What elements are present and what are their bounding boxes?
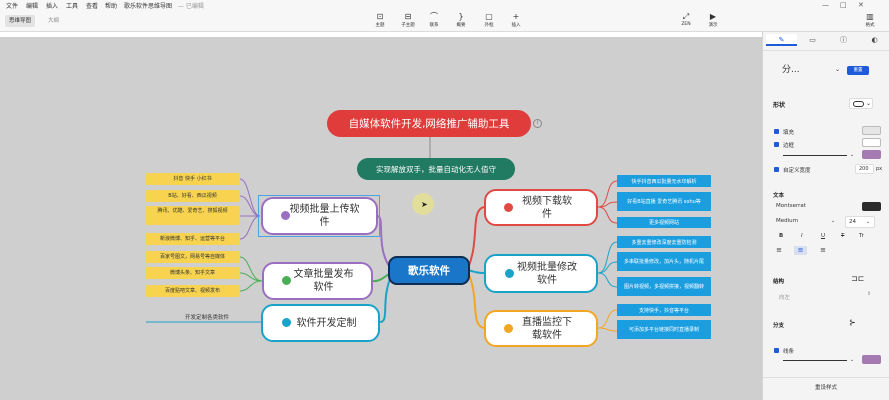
note-item[interactable]: 更多视频网站 xyxy=(617,217,711,228)
align-right-icon[interactable]: ≡ xyxy=(818,246,828,255)
branch-custom-dev[interactable]: 软件开发定制 xyxy=(261,304,380,342)
fill-checkbox[interactable] xyxy=(774,129,779,134)
branch-section-title: 分支 xyxy=(773,323,785,329)
note-item[interactable]: B站、好看、西瓜视频 xyxy=(146,190,239,202)
branch-video-download[interactable]: 视频下载软件 xyxy=(484,189,598,226)
main-topic[interactable]: 自媒体软件开发,网络推广辅助工具 xyxy=(327,110,531,137)
line-color-swatch[interactable] xyxy=(862,355,881,364)
style-tab-icon[interactable]: ✎ xyxy=(766,34,797,46)
align-center-icon[interactable]: ≡ xyxy=(794,246,807,255)
width-input[interactable]: 200 xyxy=(855,164,874,174)
text-color-swatch[interactable] xyxy=(862,202,881,211)
branch-dot xyxy=(504,203,513,212)
note-item[interactable]: 抖音 快手 小红书 xyxy=(146,173,239,185)
structure-section-title: 结构 xyxy=(773,279,785,285)
weight-select[interactable]: Medium ⌄ xyxy=(773,216,839,228)
font-select[interactable]: Montserrat xyxy=(773,201,857,213)
text-case-button[interactable]: Tr xyxy=(859,233,864,239)
branch-dot xyxy=(282,318,291,327)
chevron-down-icon: ⌄ xyxy=(866,219,871,225)
branch-video-upload[interactable]: 视频批量上传软件 xyxy=(261,197,378,235)
central-topic[interactable]: 歌乐软件 xyxy=(388,256,470,285)
note-item[interactable]: 百家号图文，网易号等自媒体 xyxy=(146,251,239,263)
chevron-down-icon: ⌄ xyxy=(866,100,872,107)
branch-style-icon[interactable]: ⊱ xyxy=(849,318,856,327)
note-item[interactable]: 百度贴吧文章、视频发布 xyxy=(146,285,239,297)
underline-button[interactable]: U xyxy=(821,233,825,239)
border-line-preview xyxy=(783,155,847,156)
note-item[interactable]: 快手抖音西瓜批量无水印解析 xyxy=(617,175,711,187)
shape-select[interactable]: ⌄ xyxy=(849,98,873,109)
info-icon[interactable]: i xyxy=(533,119,542,128)
reset-button[interactable]: 重置 xyxy=(847,66,869,75)
bold-button[interactable]: B xyxy=(779,233,783,239)
reset-style-button[interactable]: 重设样式 xyxy=(815,383,837,391)
note-item[interactable]: 可添加多平台链接同时直播录制 xyxy=(617,320,711,339)
chevron-up-down-icon: ⇕ xyxy=(867,291,872,297)
chevron-down-icon: ⌄ xyxy=(850,152,855,158)
shape-section-title: 形状 xyxy=(773,102,786,109)
chevron-down-icon: ⌄ xyxy=(850,357,855,363)
map-tab-icon[interactable]: ▭ xyxy=(797,34,828,46)
format-panel-button[interactable]: ▥ 格式 xyxy=(858,11,882,28)
line-checkbox[interactable] xyxy=(774,348,779,353)
note-item[interactable]: 新浪微博、知乎、运营等平台 xyxy=(146,233,239,245)
theme-tab-icon[interactable]: ◐ xyxy=(859,34,889,46)
maximize-icon[interactable]: □ xyxy=(840,1,847,9)
align-left-icon[interactable]: ≡ xyxy=(774,246,784,255)
note-item[interactable]: 支持快手，抖音等平台 xyxy=(617,304,711,316)
border-color-swatch[interactable] xyxy=(862,150,881,159)
fill-swatch[interactable] xyxy=(862,126,881,135)
italic-button[interactable]: I xyxy=(801,233,803,239)
note-item[interactable]: 微博头条、知乎文章 xyxy=(146,267,239,279)
chevron-down-icon: ⌄ xyxy=(835,66,841,73)
size-select[interactable]: 24 ⌄ xyxy=(845,216,875,228)
note-item[interactable]: 图片转视频，多视频拼接，视频翻转 xyxy=(617,277,711,296)
note-custom[interactable]: 开发定制各类软件 xyxy=(185,313,229,321)
rounded-shape-icon xyxy=(853,101,864,107)
structure-icon[interactable]: ⊐⊏ xyxy=(851,274,864,283)
border-style-select[interactable] xyxy=(862,138,881,147)
branch-dot xyxy=(504,324,513,333)
branch-video-modify[interactable]: 视频批量修改软件 xyxy=(484,254,598,293)
note-item[interactable]: 腾讯、优酷、爱奇艺、搜狐视频 xyxy=(146,206,239,225)
close-icon[interactable]: ✕ xyxy=(858,1,864,9)
branch-live-download[interactable]: 直播监控下载软件 xyxy=(484,310,598,347)
branch-article-publish[interactable]: 文章批量发布软件 xyxy=(262,262,373,300)
sub-topic[interactable]: 实现解放双手，批量自动化无人值守 xyxy=(357,158,515,180)
branch-dot xyxy=(505,269,514,278)
custom-width-checkbox[interactable] xyxy=(774,167,779,172)
info-tab-icon[interactable]: ⓘ xyxy=(828,34,859,46)
branch-dot xyxy=(282,276,291,285)
note-item[interactable]: 多重去重修改深度去重防检测 xyxy=(617,236,711,248)
layout-select[interactable]: 向左 xyxy=(779,293,790,301)
minimize-icon[interactable]: — xyxy=(822,1,829,9)
panel-icon: ▥ xyxy=(866,12,874,21)
branch-dot xyxy=(281,211,290,220)
note-item[interactable]: 多串联批量修改，加片头，随机片尾 xyxy=(617,252,711,271)
chevron-down-icon: ⌄ xyxy=(831,218,836,224)
note-item[interactable]: 好看B站直播 爱奇艺腾讯 sohu等 xyxy=(617,192,711,211)
cursor-icon: ➤ xyxy=(421,200,428,209)
line-preview xyxy=(783,360,847,361)
strikethrough-button[interactable]: T xyxy=(841,233,844,239)
format-panel: ✎ ▭ ⓘ ◐ 分... ⌄ 重置 形状 ⌄ 填充 边框 ⌄ 自定义宽度 200 … xyxy=(762,32,889,400)
text-section-title: 文本 xyxy=(773,193,785,199)
border-checkbox[interactable] xyxy=(774,142,779,147)
structure-select[interactable]: 分... ⌄ xyxy=(779,62,849,80)
